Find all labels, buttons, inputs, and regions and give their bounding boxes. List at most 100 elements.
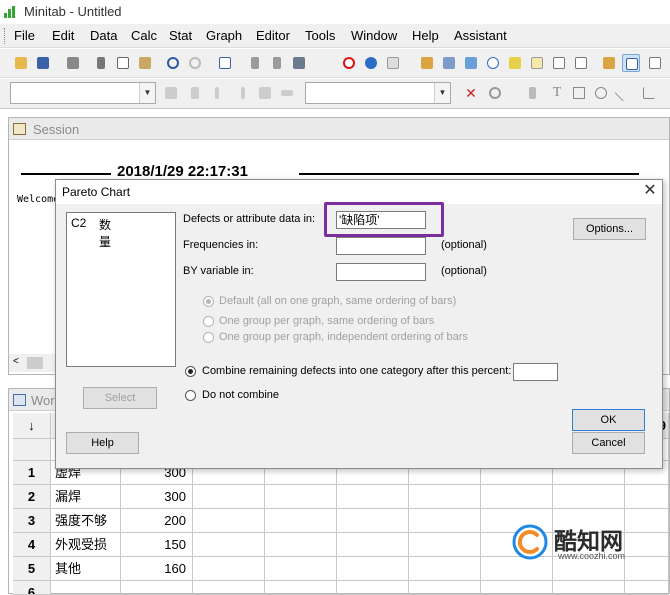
size-combo[interactable]: ▼: [305, 82, 451, 104]
menu-help[interactable]: Help: [412, 28, 439, 43]
save-icon[interactable]: [34, 54, 52, 72]
scroll-left-icon[interactable]: <: [13, 356, 19, 367]
info-icon[interactable]: [484, 54, 502, 72]
table-cell[interactable]: [193, 509, 265, 533]
plus-icon[interactable]: [234, 84, 252, 102]
menu-editor[interactable]: Editor: [256, 28, 290, 43]
table-cell[interactable]: [265, 509, 337, 533]
table-cell[interactable]: [193, 485, 265, 509]
row-header[interactable]: 5: [13, 557, 51, 581]
delete-icon[interactable]: ✕: [462, 84, 480, 102]
scroll-thumb[interactable]: [27, 357, 43, 369]
print-icon[interactable]: [64, 54, 82, 72]
table-cell[interactable]: 200: [121, 509, 193, 533]
table-cell[interactable]: [409, 533, 481, 557]
close-icon[interactable]: ✕: [640, 181, 660, 201]
table-cell[interactable]: 150: [121, 533, 193, 557]
help-button[interactable]: Help: [66, 432, 139, 454]
history-icon[interactable]: [506, 54, 524, 72]
graph-icon[interactable]: [462, 54, 480, 72]
table-cell[interactable]: [481, 581, 553, 595]
table-cell[interactable]: [625, 581, 669, 595]
cancel-icon[interactable]: [340, 54, 358, 72]
menu-graph[interactable]: Graph: [206, 28, 242, 43]
zoom-icon[interactable]: [486, 84, 504, 102]
table-cell[interactable]: 其他: [51, 557, 121, 581]
cancel-button[interactable]: Cancel: [572, 432, 645, 454]
menu-tools[interactable]: Tools: [305, 28, 335, 43]
worksheet-icon[interactable]: [600, 54, 618, 72]
table-cell[interactable]: [193, 581, 265, 595]
table-cell[interactable]: [553, 485, 625, 509]
swap-icon[interactable]: [278, 84, 296, 102]
pen-icon[interactable]: [208, 84, 226, 102]
filter-icon[interactable]: [256, 84, 274, 102]
pointer-icon[interactable]: [526, 84, 544, 102]
row-header[interactable]: 1: [13, 461, 51, 485]
table-cell[interactable]: [121, 581, 193, 595]
table-cell[interactable]: [409, 509, 481, 533]
list-icon[interactable]: [646, 54, 664, 72]
table-cell[interactable]: [337, 581, 409, 595]
name-row-header[interactable]: [13, 439, 51, 461]
polyline-icon[interactable]: [640, 84, 658, 102]
table-cell[interactable]: [265, 533, 337, 557]
list-item[interactable]: C2 数量: [71, 216, 111, 249]
table-cell[interactable]: [409, 557, 481, 581]
table-cell[interactable]: [337, 557, 409, 581]
table-cell[interactable]: [265, 485, 337, 509]
table-cell[interactable]: [51, 581, 121, 595]
undo-icon[interactable]: [164, 54, 182, 72]
table-cell[interactable]: [193, 557, 265, 581]
row-header[interactable]: 2: [13, 485, 51, 509]
combine-percent-field[interactable]: [513, 363, 558, 381]
table-cell[interactable]: [337, 485, 409, 509]
table-cell[interactable]: [553, 581, 625, 595]
menu-assistant[interactable]: Assistant: [454, 28, 507, 43]
table-cell[interactable]: 漏焊: [51, 485, 121, 509]
radio-do-not-combine[interactable]: [185, 390, 196, 401]
by-variable-field[interactable]: [336, 263, 426, 281]
table-cell[interactable]: [409, 485, 481, 509]
row-header[interactable]: 4: [13, 533, 51, 557]
table-cell[interactable]: [625, 485, 669, 509]
table-cell[interactable]: 300: [121, 485, 193, 509]
table-cell[interactable]: 160: [121, 557, 193, 581]
windows-icon[interactable]: [440, 54, 458, 72]
report-icon[interactable]: [528, 54, 546, 72]
open-icon[interactable]: [12, 54, 30, 72]
text-icon[interactable]: T: [548, 84, 566, 102]
down-arrow-icon[interactable]: [268, 54, 286, 72]
menu-calc[interactable]: Calc: [131, 28, 157, 43]
table-cell[interactable]: [265, 581, 337, 595]
table-cell[interactable]: [337, 509, 409, 533]
up-arrow-icon[interactable]: [246, 54, 264, 72]
table-cell[interactable]: [481, 485, 553, 509]
frequencies-field[interactable]: [336, 237, 426, 255]
summary-icon[interactable]: [384, 54, 402, 72]
ellipse-icon[interactable]: [592, 84, 610, 102]
ok-button[interactable]: OK: [572, 409, 645, 431]
help-icon[interactable]: [362, 54, 380, 72]
paste-icon[interactable]: [136, 54, 154, 72]
grid-icon[interactable]: [622, 54, 640, 72]
horizontal-scrollbar[interactable]: <: [9, 354, 59, 372]
copy-doc-icon[interactable]: [572, 54, 590, 72]
table-cell[interactable]: [193, 533, 265, 557]
table-cell[interactable]: 强度不够: [51, 509, 121, 533]
session-folder-icon[interactable]: [418, 54, 436, 72]
cut-icon[interactable]: [92, 54, 110, 72]
corner-cell[interactable]: ↓: [13, 413, 51, 439]
copy-icon[interactable]: [114, 54, 132, 72]
table-cell[interactable]: 外观受损: [51, 533, 121, 557]
edit-last-dialog-icon[interactable]: [216, 54, 234, 72]
brush-icon[interactable]: [162, 84, 180, 102]
pointer-icon[interactable]: [188, 84, 206, 102]
options-button[interactable]: Options...: [573, 218, 646, 240]
line-icon[interactable]: [614, 84, 632, 102]
menu-file[interactable]: File: [14, 28, 35, 43]
radio-combine[interactable]: [185, 366, 196, 377]
table-cell[interactable]: [409, 581, 481, 595]
new-icon[interactable]: [550, 54, 568, 72]
table-cell[interactable]: [265, 557, 337, 581]
